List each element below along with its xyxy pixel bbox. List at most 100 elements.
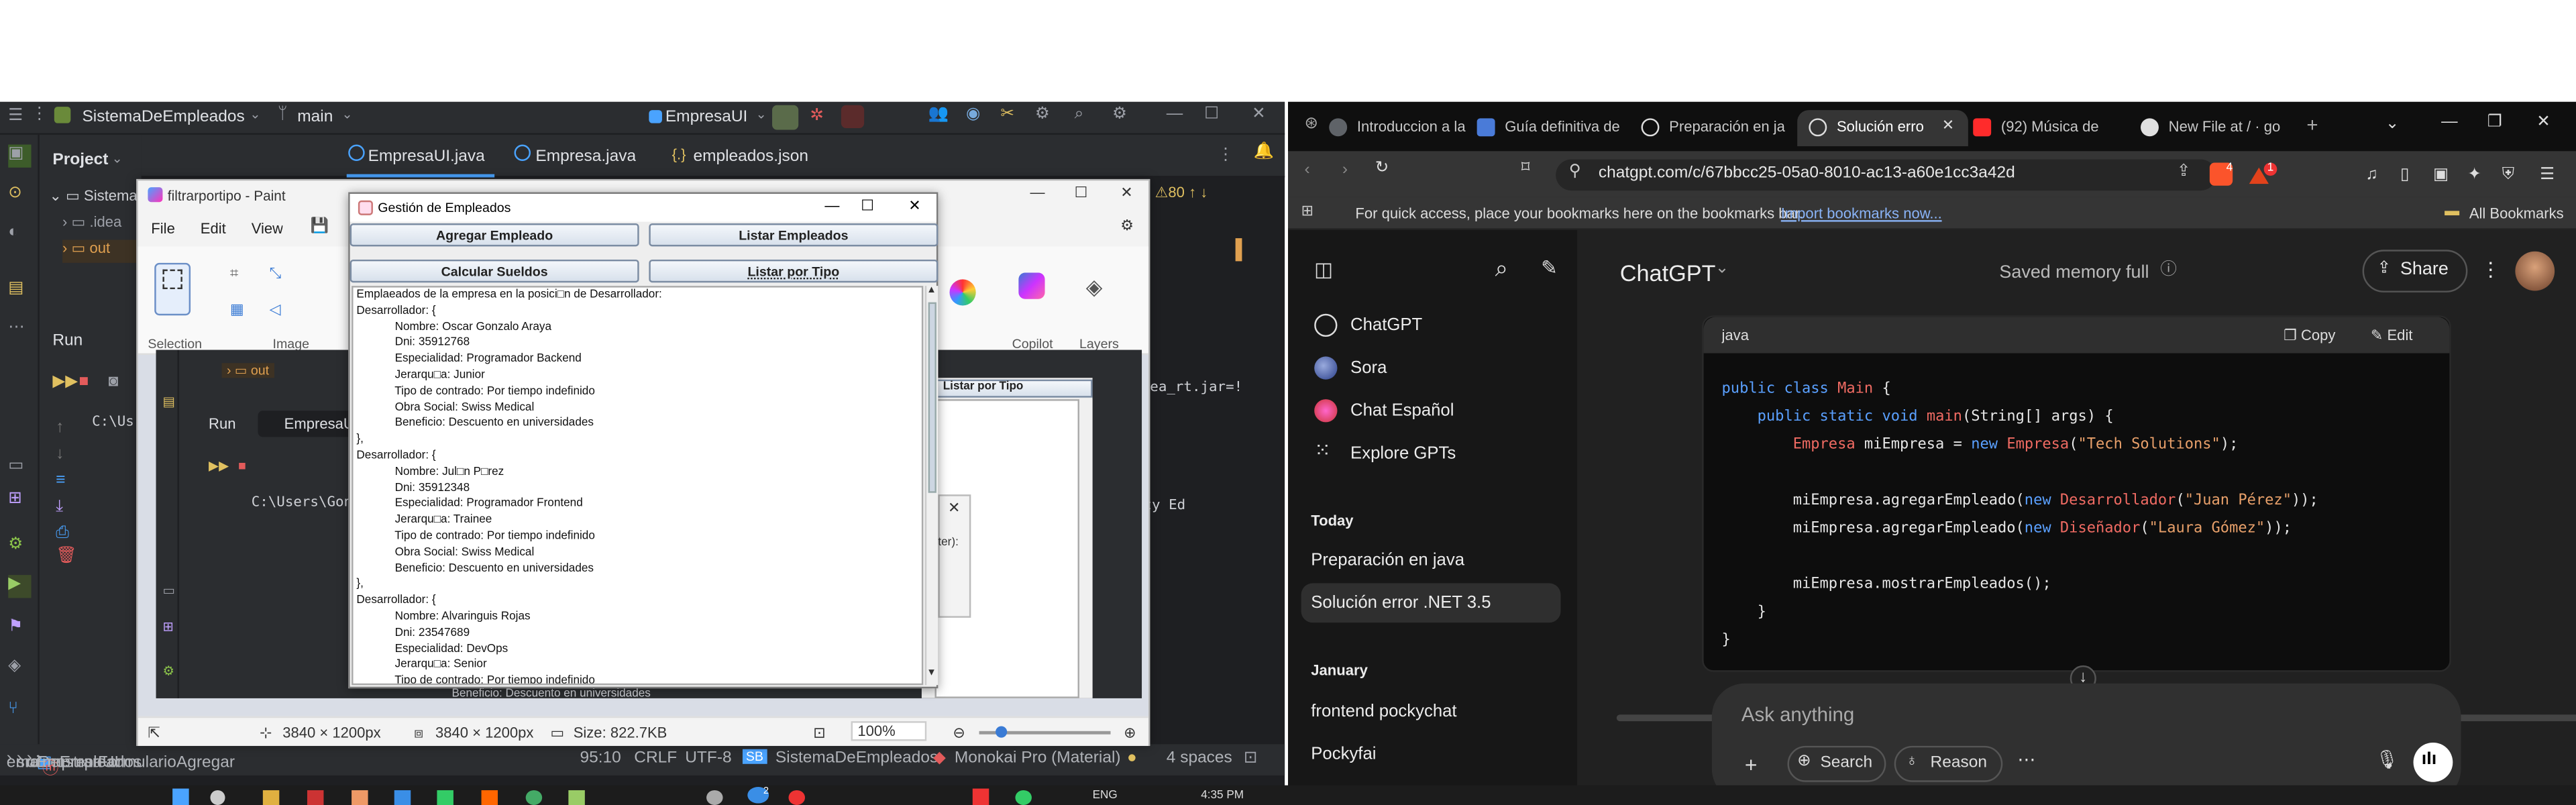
explorer-icon[interactable] — [262, 790, 280, 805]
maximize-icon[interactable]: ☐ — [1204, 106, 1219, 123]
notifications-icon[interactable]: 🔔 — [1254, 144, 1274, 161]
reload-icon[interactable]: ↻ — [1375, 160, 1389, 177]
tab-close-icon[interactable]: ✕ — [1942, 117, 1954, 133]
breadcrumb[interactable]: emaDeEmpleados › src › ui › ▣ EmpresaUI … — [7, 749, 235, 779]
app-icon[interactable] — [307, 790, 324, 805]
crop-icon[interactable]: ⌗ — [230, 266, 238, 281]
scroll-thumb[interactable] — [928, 302, 936, 493]
wallet-icon[interactable]: ▣ — [2433, 167, 2449, 184]
app-icon[interactable] — [1015, 790, 1032, 805]
menu-file[interactable]: File — [151, 220, 175, 236]
more-icon[interactable]: ⋮ — [32, 106, 48, 123]
share-page-icon[interactable]: ⇪ — [2177, 164, 2191, 180]
listar-por-tipo-button[interactable]: Listar por Tipo — [649, 259, 938, 283]
line-ending[interactable]: CRLF — [634, 749, 677, 767]
rewards-icon[interactable]: 1 — [2249, 162, 2277, 185]
debug-icon[interactable]: ✲ — [810, 107, 824, 125]
listar-empleados-button[interactable]: Listar Empleados — [649, 223, 938, 247]
run-config[interactable]: EmpresaUI — [665, 109, 747, 127]
maximize-icon[interactable]: ☐ — [1075, 185, 1088, 201]
media-icon[interactable]: ♫ — [2366, 167, 2378, 184]
chrome-icon[interactable] — [788, 790, 806, 805]
chat-item[interactable]: Preparación en java — [1311, 550, 1464, 570]
github-icon[interactable]: ◐ — [8, 223, 31, 246]
more-icon[interactable]: ⋯ — [2017, 751, 2035, 771]
chevron-down-icon[interactable]: ⌄ — [112, 152, 123, 166]
more-icon[interactable]: ⋮ — [1218, 147, 1234, 164]
run-panel-label[interactable]: Run — [52, 332, 83, 350]
attach-icon[interactable]: + — [1745, 754, 1758, 775]
all-bookmarks[interactable]: All Bookmarks — [2469, 205, 2564, 221]
chevron-down-icon[interactable]: ⌄ — [341, 107, 352, 122]
app-icon[interactable] — [437, 790, 453, 805]
language-indicator[interactable]: ENG — [1093, 790, 1118, 802]
gear-icon[interactable]: ⚙ — [1112, 106, 1127, 123]
browser-tab-3[interactable]: Preparación en ja — [1629, 110, 1794, 146]
browser-tab-active[interactable]: Solución erro ✕ — [1797, 110, 1968, 146]
tree-item-out[interactable]: › ▭ out — [62, 239, 138, 263]
minimize-icon[interactable]: — — [1167, 106, 1183, 123]
chat-item[interactable]: frontend pockychat — [1311, 702, 1456, 721]
close-icon[interactable]: ✕ — [1120, 185, 1132, 201]
memory-status[interactable]: Saved memory full — [1999, 263, 2149, 282]
plugin-icon[interactable]: ◉ — [966, 106, 980, 123]
structure-icon[interactable]: ▤ — [8, 279, 31, 302]
nav-chat-espanol[interactable]: Chat Español — [1350, 401, 1454, 421]
zoom-out-icon[interactable]: ⊖ — [953, 724, 965, 743]
minimize-icon[interactable]: — — [1030, 185, 1045, 201]
site-info-icon[interactable]: ⚲ — [1569, 164, 1581, 180]
camera-icon[interactable]: ◙ — [109, 374, 119, 390]
text-area-scrollbar[interactable]: ▲ ▼ — [924, 286, 938, 686]
nav-chatgpt[interactable]: ChatGPT — [1350, 315, 1422, 335]
bookmark-icon[interactable]: ⌑ — [1521, 160, 1530, 177]
rotate-icon[interactable]: ◁ — [270, 301, 281, 317]
menu-view[interactable]: View — [252, 220, 283, 236]
zoom-in-icon[interactable]: ⊕ — [1124, 724, 1136, 743]
minimize-icon[interactable]: — — [2441, 114, 2457, 131]
project-panel-label[interactable]: Project — [52, 151, 108, 169]
color-picker-icon[interactable] — [949, 279, 976, 306]
tree-item-root[interactable]: ⌄ ▭ SistemaDeEmpleados — [49, 187, 141, 210]
address-bar[interactable]: ⚲ chatgpt.com/c/67bbcc25-05a0-8010-ac13-… — [1556, 159, 2216, 191]
vpn-icon[interactable]: ⛨ — [2502, 167, 2514, 184]
brave-shield-icon[interactable]: 4 — [2209, 162, 2233, 186]
edit-button[interactable]: ✎ Edit — [2371, 327, 2413, 345]
leo-icon[interactable]: ✦ — [2467, 167, 2481, 184]
up-icon[interactable]: ↑ — [56, 420, 64, 437]
close-icon[interactable]: ✕ — [1252, 106, 1266, 123]
empleados-text-area[interactable]: Emplaeados de la empresa en la posici□n … — [352, 286, 924, 686]
services-icon[interactable]: ⊞ — [8, 490, 31, 513]
wrap-icon[interactable]: ≡ — [56, 472, 65, 489]
tab-empresa[interactable]: Empresa.java — [535, 148, 636, 166]
vscode-icon[interactable] — [394, 790, 411, 805]
chevron-down-icon[interactable]: ⌄ — [250, 107, 260, 122]
browser-tab-6[interactable]: New File at / · go — [2129, 110, 2294, 146]
branch-name[interactable]: main — [297, 109, 333, 127]
model-selector[interactable]: ChatGPT — [1620, 260, 1716, 286]
chevron-down-icon[interactable]: ⌄ — [1715, 260, 1729, 277]
tools-icon[interactable]: ✂ — [1000, 106, 1014, 123]
start-icon[interactable] — [172, 788, 189, 805]
avatar[interactable] — [2515, 251, 2555, 291]
scroll-end-icon[interactable]: ⤓ — [56, 498, 63, 515]
import-bookmarks-link[interactable]: Import bookmarks now... — [1781, 205, 1942, 221]
folder-icon[interactable]: ▣ — [8, 144, 32, 168]
url-text[interactable]: chatgpt.com/c/67bbcc25-05a0-8010-ac13-a6… — [1599, 164, 2015, 182]
back-icon[interactable]: ‹ — [1304, 162, 1309, 178]
people-icon[interactable]: 👥 — [928, 106, 949, 123]
restore-icon[interactable]: ❐ — [2487, 114, 2502, 131]
microphone-icon[interactable]: 🎙 — [2375, 751, 2398, 771]
app-icon[interactable] — [352, 790, 368, 805]
more-icon[interactable]: ⋮ — [2481, 260, 2500, 279]
settings-tool-icon[interactable]: ⚙ — [8, 535, 31, 558]
tab-search-icon[interactable]: ⊛ — [1304, 116, 1318, 133]
cursor-position[interactable]: 95:10 — [580, 749, 621, 767]
new-chat-icon[interactable]: ✎ — [1541, 258, 1558, 277]
run-tool-icon[interactable]: ▶ — [8, 575, 32, 598]
scroll-up-icon[interactable]: ▲ — [926, 286, 936, 296]
zoom-select[interactable]: 100% — [851, 721, 927, 741]
todo-icon[interactable]: ◈ — [8, 657, 31, 680]
maximize-icon[interactable]: ☐ — [861, 198, 874, 213]
more-tools-icon[interactable]: ⋯ — [8, 319, 31, 341]
down-icon[interactable]: ↓ — [56, 446, 64, 463]
